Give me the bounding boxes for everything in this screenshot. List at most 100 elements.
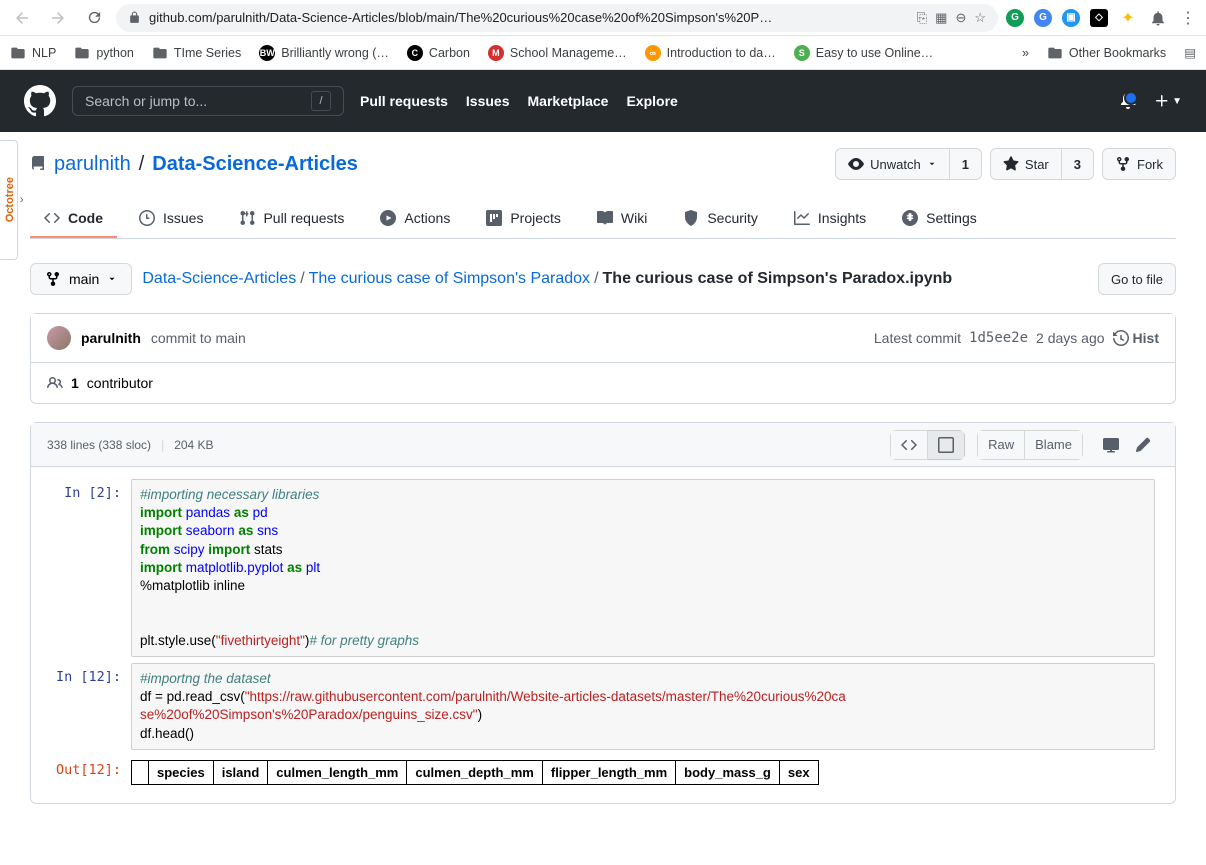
file-size: 204 KB: [174, 438, 213, 452]
unwatch-button[interactable]: Unwatch: [835, 148, 950, 180]
goto-file-button[interactable]: Go to file: [1098, 263, 1176, 295]
extension-icons: G G ▣ ◇ ✦ ⋮: [1006, 8, 1198, 28]
bookmarks-overflow[interactable]: »: [1022, 46, 1029, 60]
history-icon[interactable]: Hist: [1113, 330, 1159, 346]
breadcrumb: Data-Science-Articles/The curious case o…: [142, 270, 952, 288]
notebook-render: In [2]:#importing necessary libraries im…: [31, 467, 1175, 803]
nav-link[interactable]: Pull requests: [360, 93, 448, 109]
tab-wiki[interactable]: Wiki: [583, 200, 661, 238]
raw-button[interactable]: Raw: [977, 430, 1025, 460]
code-cell: #importing necessary libraries import pa…: [131, 479, 1155, 657]
nav-link[interactable]: Marketplace: [528, 93, 609, 109]
rendered-view-button[interactable]: [928, 430, 965, 460]
octotree-sidebar-tab[interactable]: › Octotree ≡: [0, 140, 18, 260]
github-header: Search or jump to... / Pull requests Issu…: [0, 70, 1206, 132]
file-box: 338 lines (338 sloc) | 204 KB Raw Blame …: [30, 422, 1176, 804]
bookmark-item[interactable]: MSchool Manageme…: [488, 45, 627, 61]
breadcrumb-segment[interactable]: The curious case of Simpson's Paradox: [309, 270, 590, 287]
bookmarks-bar: NLP python TIme Series BWBrilliantly wrong …: [0, 36, 1206, 70]
commit-message[interactable]: commit to main: [151, 330, 246, 346]
zoom-icon[interactable]: ⊖: [955, 10, 966, 26]
tab-insights[interactable]: Insights: [780, 200, 880, 238]
repo-tabs: CodeIssuesPull requestsActionsProjectsWi…: [30, 200, 1176, 239]
commit-time: 2 days ago: [1036, 330, 1105, 346]
code-cell: #importng the dataset df = pd.read_csv("…: [131, 663, 1155, 750]
github-search[interactable]: Search or jump to... /: [72, 86, 344, 116]
source-view-button[interactable]: [890, 430, 928, 460]
ext-icon-4[interactable]: ◇: [1090, 9, 1108, 27]
repo-icon: [30, 156, 46, 172]
favicon: C: [407, 45, 423, 61]
notifications-icon[interactable]: [1148, 8, 1168, 28]
repo-name-link[interactable]: Data-Science-Articles: [152, 153, 358, 176]
star-count[interactable]: 3: [1062, 148, 1094, 180]
star-button[interactable]: Star: [990, 148, 1062, 180]
qr-icon[interactable]: ▦: [935, 10, 947, 26]
bookmark-item[interactable]: CCarbon: [407, 45, 470, 61]
forward-button[interactable]: [44, 4, 72, 32]
desktop-icon[interactable]: [1095, 430, 1127, 460]
reload-button[interactable]: [80, 4, 108, 32]
reading-list-icon[interactable]: ▤: [1184, 45, 1196, 60]
ext-icon-2[interactable]: G: [1034, 9, 1052, 27]
contributors-row[interactable]: 1 contributor: [31, 363, 1175, 403]
blame-button[interactable]: Blame: [1025, 430, 1083, 460]
ext-icon-3[interactable]: ▣: [1062, 9, 1080, 27]
avatar[interactable]: [47, 326, 71, 350]
tab-projects[interactable]: Projects: [472, 200, 575, 238]
tab-code[interactable]: Code: [30, 200, 117, 238]
reader-icon[interactable]: ⎘: [917, 10, 927, 26]
nav-link[interactable]: Explore: [626, 93, 677, 109]
folder-icon: [152, 45, 168, 61]
browser-toolbar: github.com/parulnith/Data-Science-Articl…: [0, 0, 1206, 36]
folder-icon: [74, 45, 90, 61]
favicon: ∞: [645, 45, 661, 61]
file-area: main Data-Science-Articles/The curious c…: [0, 239, 1206, 828]
output-table: speciesislandculmen_length_mmculmen_dept…: [131, 760, 819, 785]
favicon: S: [794, 45, 810, 61]
line-count: 338 lines (338 sloc): [47, 438, 151, 452]
bookmark-item[interactable]: python: [74, 45, 134, 61]
github-logo[interactable]: [24, 85, 56, 117]
url-text: github.com/parulnith/Data-Science-Articl…: [149, 10, 909, 25]
bookmark-item[interactable]: TIme Series: [152, 45, 241, 61]
tab-security[interactable]: Security: [669, 200, 772, 238]
back-button[interactable]: [8, 4, 36, 32]
unwatch-count[interactable]: 1: [950, 148, 982, 180]
fork-button[interactable]: Fork: [1102, 148, 1176, 180]
edit-icon[interactable]: [1127, 430, 1159, 460]
folder-icon: [10, 45, 26, 61]
commit-author[interactable]: parulnith: [81, 330, 141, 346]
commit-sha[interactable]: 1d5ee2e: [969, 330, 1028, 346]
notifications-bell-icon[interactable]: [1120, 93, 1136, 109]
tab-settings[interactable]: Settings: [888, 200, 991, 238]
commit-box: parulnith commit to main Latest commit 1…: [30, 313, 1176, 404]
file-toolbar: 338 lines (338 sloc) | 204 KB Raw Blame: [31, 423, 1175, 467]
tab-issues[interactable]: Issues: [125, 200, 217, 238]
branch-selector[interactable]: main: [30, 263, 132, 295]
add-dropdown[interactable]: ▼: [1154, 93, 1182, 109]
cell-prompt: Out[12]:: [51, 756, 131, 785]
breadcrumb-segment: The curious case of Simpson's Paradox.ip…: [603, 270, 953, 287]
bookmark-item[interactable]: ∞Introduction to da…: [645, 45, 776, 61]
bookmark-item[interactable]: BWBrilliantly wrong (…: [259, 45, 389, 61]
other-bookmarks[interactable]: Other Bookmarks: [1047, 45, 1166, 61]
address-bar[interactable]: github.com/parulnith/Data-Science-Articl…: [116, 4, 998, 32]
repo-owner-link[interactable]: parulnith: [54, 153, 131, 176]
bookmark-item[interactable]: NLP: [10, 45, 56, 61]
cell-prompt: In [12]:: [51, 663, 131, 750]
star-icon[interactable]: ☆: [974, 10, 986, 26]
favicon: BW: [259, 45, 275, 61]
tab-pull-requests[interactable]: Pull requests: [225, 200, 358, 238]
ext-icon-5[interactable]: ✦: [1118, 8, 1138, 28]
bookmark-item[interactable]: SEasy to use Online…: [794, 45, 933, 61]
lock-icon: [128, 11, 141, 24]
ext-icon-1[interactable]: G: [1006, 9, 1024, 27]
repo-header: parulnith / Data-Science-Articles Unwatc…: [0, 132, 1206, 239]
breadcrumb-segment[interactable]: Data-Science-Articles: [142, 270, 296, 287]
favicon: M: [488, 45, 504, 61]
folder-icon: [1047, 45, 1063, 61]
nav-link[interactable]: Issues: [466, 93, 510, 109]
menu-icon[interactable]: ⋮: [1178, 8, 1198, 28]
tab-actions[interactable]: Actions: [366, 200, 464, 238]
